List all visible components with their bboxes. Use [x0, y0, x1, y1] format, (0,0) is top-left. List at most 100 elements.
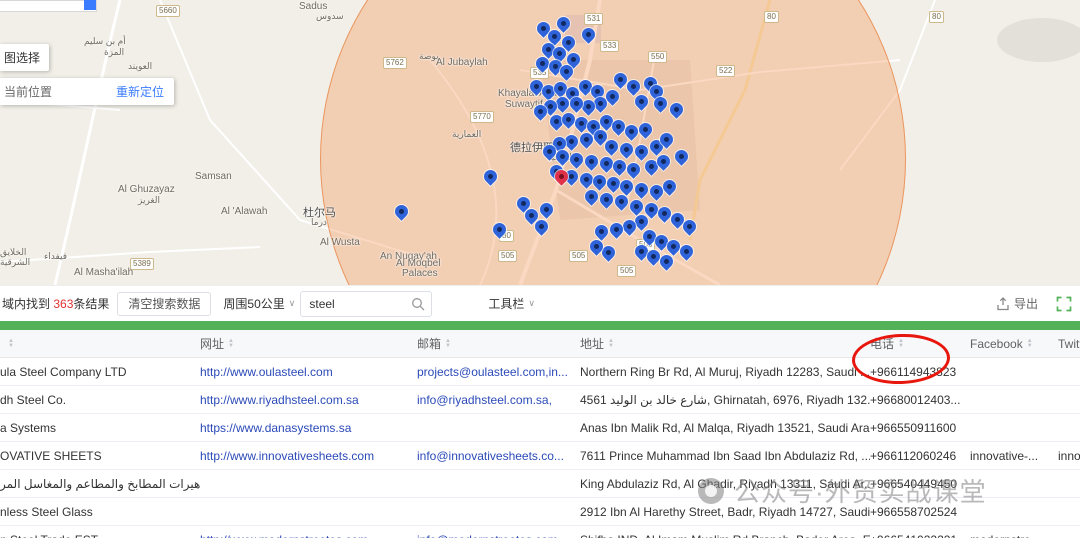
cell-address: Shifha IND, Al Imam Muslim Rd Branch, Ba… — [580, 533, 870, 538]
cell-name: ula Steel Company LTD — [0, 365, 200, 379]
map-canvas[interactable]: Sadusسدوسأم بن سليمالمزةالعويندبوصةAl Ju… — [0, 0, 1080, 285]
export-icon — [996, 297, 1010, 311]
road-number-badge: 531 — [584, 13, 603, 25]
cell-phone: +966550911600 — [870, 421, 970, 435]
sort-icon[interactable]: ▲▼ — [8, 339, 14, 349]
map-panel-blue-button[interactable] — [84, 0, 96, 10]
cell-name: هيرات المطابخ والمطاعم والمغاسل المر... — [0, 477, 200, 491]
results-summary: 域内找到 363条结果 — [2, 295, 109, 312]
map-label: الغريز — [138, 195, 160, 206]
map-label: Palaces — [402, 268, 438, 279]
search-icon[interactable] — [411, 297, 425, 311]
cell-twitter: inno... — [1058, 449, 1080, 463]
column-header-网址[interactable]: 网址▲▼ — [200, 335, 417, 352]
sort-icon[interactable]: ▲▼ — [228, 339, 234, 349]
results-count: 363 — [53, 297, 73, 311]
map-label: العمارية — [452, 129, 481, 140]
table-row[interactable]: dh Steel Co.http://www.riyadhsteel.com.s… — [0, 386, 1080, 414]
column-label: 地址 — [580, 335, 604, 352]
fullscreen-icon — [1056, 296, 1072, 312]
column-header-地址[interactable]: 地址 ▲▼ — [580, 335, 870, 352]
column-label: Facebook — [970, 337, 1023, 351]
table-row[interactable]: OVATIVE SHEETShttp://www.innovativesheet… — [0, 442, 1080, 470]
tools-dropdown[interactable]: 工具栏 ∨ — [488, 295, 535, 312]
table-row[interactable]: nless Steel Glass2912 Ibn Al Harethy Str… — [0, 498, 1080, 526]
radius-dropdown[interactable]: 周围50公里 ∨ — [223, 295, 295, 312]
sort-icon[interactable]: ▲▼ — [898, 339, 904, 349]
cell-facebook: innovative-... — [970, 449, 1058, 463]
table-row[interactable]: a Systemshttps://www.danasystems.saAnas … — [0, 414, 1080, 442]
map-label: Al 'Alawah — [221, 206, 267, 217]
map-label: فيفداء — [44, 251, 67, 262]
sort-icon[interactable]: ▲▼ — [445, 339, 451, 349]
table-row[interactable]: n Steel Trade ESThttp://www.modernstreet… — [0, 526, 1080, 538]
cell-name: a Systems — [0, 421, 200, 435]
cell-address: 7611 Prince Muhammad Ibn Saad Ibn Abdula… — [580, 449, 870, 463]
column-label: 电话 — [870, 335, 894, 352]
radius-label: 周围50公里 — [223, 295, 284, 312]
road-number-badge: 522 — [716, 65, 735, 77]
cell-phone: +966112060246 — [870, 449, 970, 463]
search-input[interactable] — [307, 296, 411, 312]
cell-website[interactable]: http://www.riyadhsteel.com.sa — [200, 393, 417, 407]
road-number-badge: 505 — [617, 265, 636, 277]
fullscreen-button[interactable] — [1056, 296, 1072, 312]
cell-website[interactable]: http://www.innovativesheets.com — [200, 449, 417, 463]
map-label: Al Masha'ilah — [74, 267, 133, 278]
road-number-badge: 5762 — [383, 57, 407, 69]
cell-phone: +966558702524 — [870, 505, 970, 519]
map-label: Samsan — [195, 171, 232, 182]
column-header-电话[interactable]: 电话 ▲▼ — [870, 335, 970, 352]
road-number-badge: 5660 — [156, 5, 180, 17]
cell-email[interactable]: info@modernstreetes.com... — [417, 533, 580, 538]
table-row[interactable]: هيرات المطابخ والمطاعم والمغاسل المر... K… — [0, 470, 1080, 498]
map-label: الشرقية — [0, 257, 30, 268]
cell-email[interactable]: info@riyadhsteel.com.sa, — [417, 393, 580, 407]
export-label: 导出 — [1014, 295, 1038, 312]
column-header-Twitter[interactable]: Twitter▲▼ — [1058, 337, 1080, 351]
map-label: أم بن سليم — [84, 36, 126, 47]
chevron-down-icon: ∨ — [528, 298, 535, 309]
map-label: سدوس — [316, 11, 344, 22]
chevron-down-icon: ∨ — [289, 298, 296, 309]
cell-website[interactable]: http://www.modernstreetes.com — [200, 533, 417, 538]
cell-email[interactable]: projects@oulasteel.com,in... — [417, 365, 580, 379]
table-body: ula Steel Company LTDhttp://www.oulastee… — [0, 358, 1080, 538]
cell-phone: +966540449450 — [870, 477, 970, 491]
cell-name: dh Steel Co. — [0, 393, 200, 407]
app-window: Sadusسدوسأم بن سليمالمزةالعويندبوصةAl Ju… — [0, 0, 1080, 538]
map-label: Al Jubaylah — [436, 57, 488, 68]
table-green-bar — [0, 321, 1080, 330]
road-number-badge: 533 — [600, 40, 619, 52]
clear-search-button[interactable]: 清空搜索数据 — [117, 292, 211, 316]
cell-email[interactable]: info@innovativesheets.co... — [417, 449, 580, 463]
sort-icon[interactable]: ▲▼ — [608, 339, 614, 349]
cell-website[interactable]: http://www.oulasteel.com — [200, 365, 417, 379]
column-header-邮箱[interactable]: 邮箱 ▲▼ — [417, 335, 580, 352]
cell-phone: +966541022221 — [870, 533, 970, 538]
map-label: Al Ghuzayaz — [118, 184, 175, 195]
relocate-link[interactable]: 重新定位 — [116, 83, 164, 100]
table-row[interactable]: ula Steel Company LTDhttp://www.oulastee… — [0, 358, 1080, 386]
map-select-button[interactable]: 图选择 — [0, 44, 49, 71]
column-label: Twitter — [1058, 337, 1080, 351]
cell-website[interactable]: https://www.danasystems.sa — [200, 421, 417, 435]
cell-address: 4561 شارع خالد بن الوليد, Ghirnatah, 697… — [580, 393, 870, 407]
cell-phone: +966114943823 — [870, 365, 970, 379]
column-header-name[interactable]: ▲▼ — [0, 339, 200, 349]
map-select-label: 图选择 — [4, 49, 40, 66]
cell-address: 2912 Ibn Al Harethy Street, Badr, Riyadh… — [580, 505, 870, 519]
current-location-label: 当前位置 — [4, 83, 52, 100]
sort-icon[interactable]: ▲▼ — [1027, 339, 1033, 349]
search-box — [300, 291, 432, 317]
column-header-Facebook[interactable]: Facebook ▲▼ — [970, 337, 1058, 351]
map-label: درما — [311, 217, 327, 228]
column-label: 邮箱 — [417, 335, 441, 352]
road-number-badge: 5389 — [130, 258, 154, 270]
map-panel-cut — [0, 0, 97, 12]
cell-phone: +96680012403... — [870, 393, 970, 407]
cell-address: King Abdulaziz Rd, Al Ghadir, Riyadh 133… — [580, 477, 870, 491]
map-label: Al Wusta — [320, 237, 360, 248]
road-number-badge: 80 — [929, 11, 944, 23]
export-button[interactable]: 导出 — [996, 295, 1038, 312]
